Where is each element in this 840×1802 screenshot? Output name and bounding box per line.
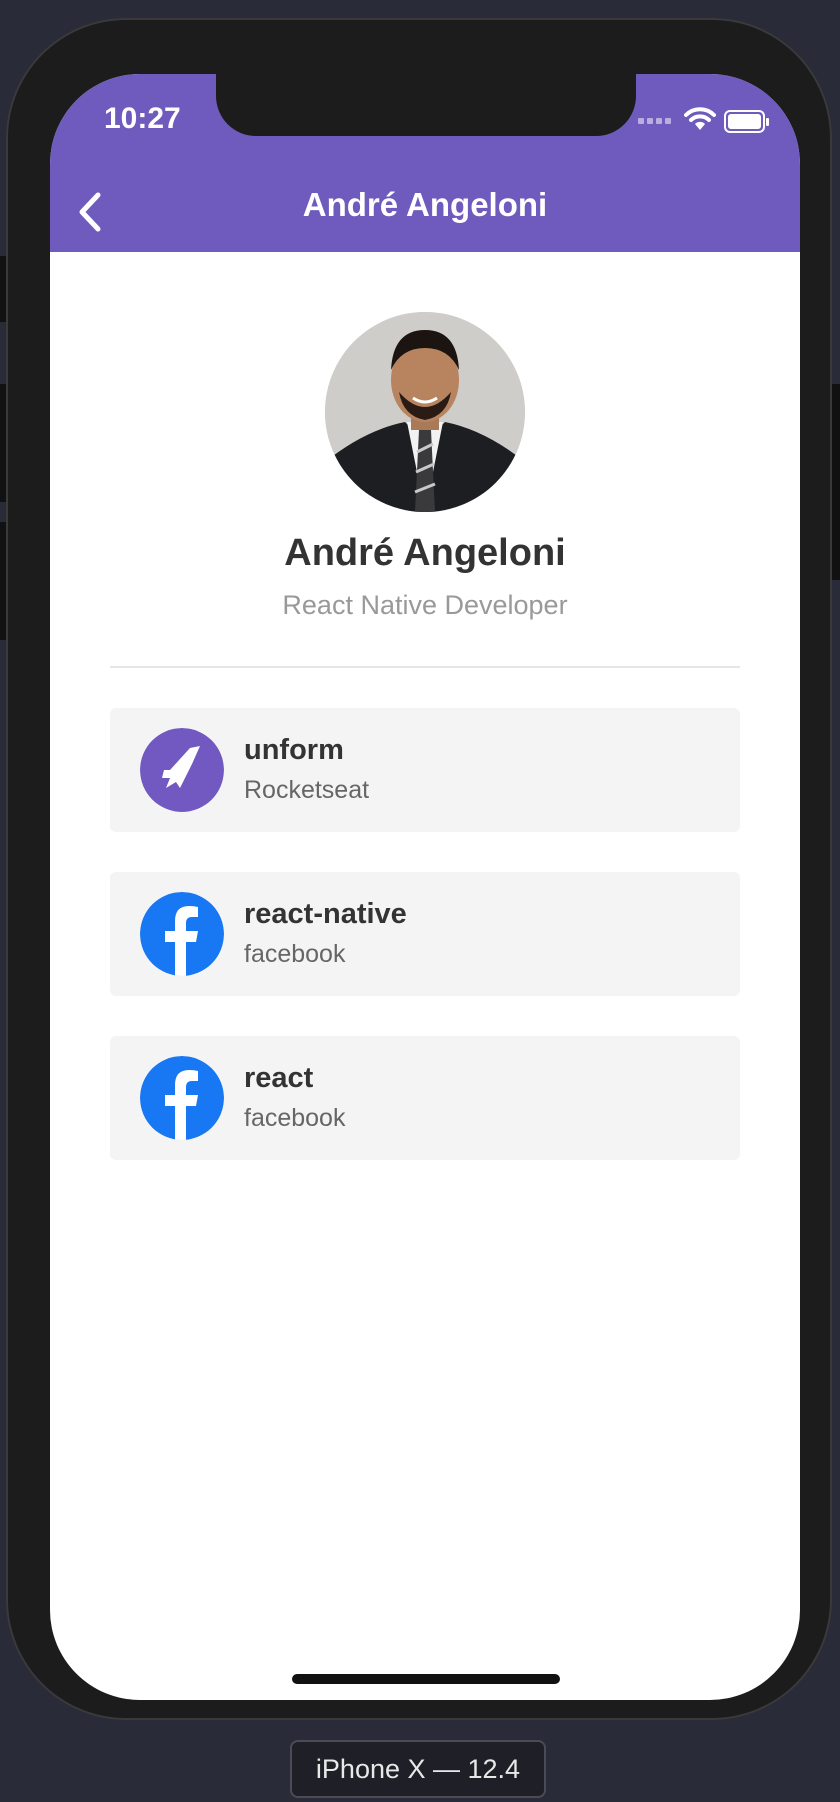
home-indicator[interactable]: [292, 1674, 560, 1684]
repo-item-react[interactable]: react facebook: [110, 1036, 740, 1160]
nav-header: 10:27 André Angeloni: [50, 74, 800, 252]
profile-avatar: [325, 312, 525, 512]
device-notch: [216, 74, 636, 136]
repo-name: react-native: [244, 898, 407, 930]
back-button[interactable]: [62, 182, 118, 242]
screen: 10:27 André Angeloni André Angeloni Reac…: [50, 74, 800, 1700]
repo-name: unform: [244, 734, 344, 766]
repo-name: react: [244, 1062, 314, 1094]
iphone-frame: 10:27 André Angeloni André Angeloni Reac…: [6, 18, 832, 1720]
divider: [110, 666, 740, 668]
chevron-left-icon: [79, 192, 101, 232]
repo-item-unform[interactable]: unform Rocketseat: [110, 708, 740, 832]
nav-title: André Angeloni: [302, 186, 548, 223]
starred-repo-list: unform Rocketseat react-native facebook: [110, 708, 740, 1200]
profile-name: André Angeloni: [284, 532, 566, 574]
cellular-signal-icon: [638, 118, 671, 124]
repo-owner: facebook: [244, 940, 346, 968]
repo-item-react-native[interactable]: react-native facebook: [110, 872, 740, 996]
wifi-icon: [684, 107, 716, 130]
facebook-logo-icon: [140, 1056, 224, 1140]
facebook-logo-icon: [140, 892, 224, 976]
rocketseat-logo-icon: [140, 728, 224, 812]
side-button-right: [832, 384, 840, 580]
repo-owner: facebook: [244, 1104, 346, 1132]
status-time: 10:27: [104, 102, 181, 135]
repo-owner: Rocketseat: [244, 776, 370, 804]
battery-icon: [724, 110, 769, 133]
profile-bio: React Native Developer: [282, 590, 568, 620]
device-label: iPhone X — 12.4: [290, 1740, 546, 1798]
